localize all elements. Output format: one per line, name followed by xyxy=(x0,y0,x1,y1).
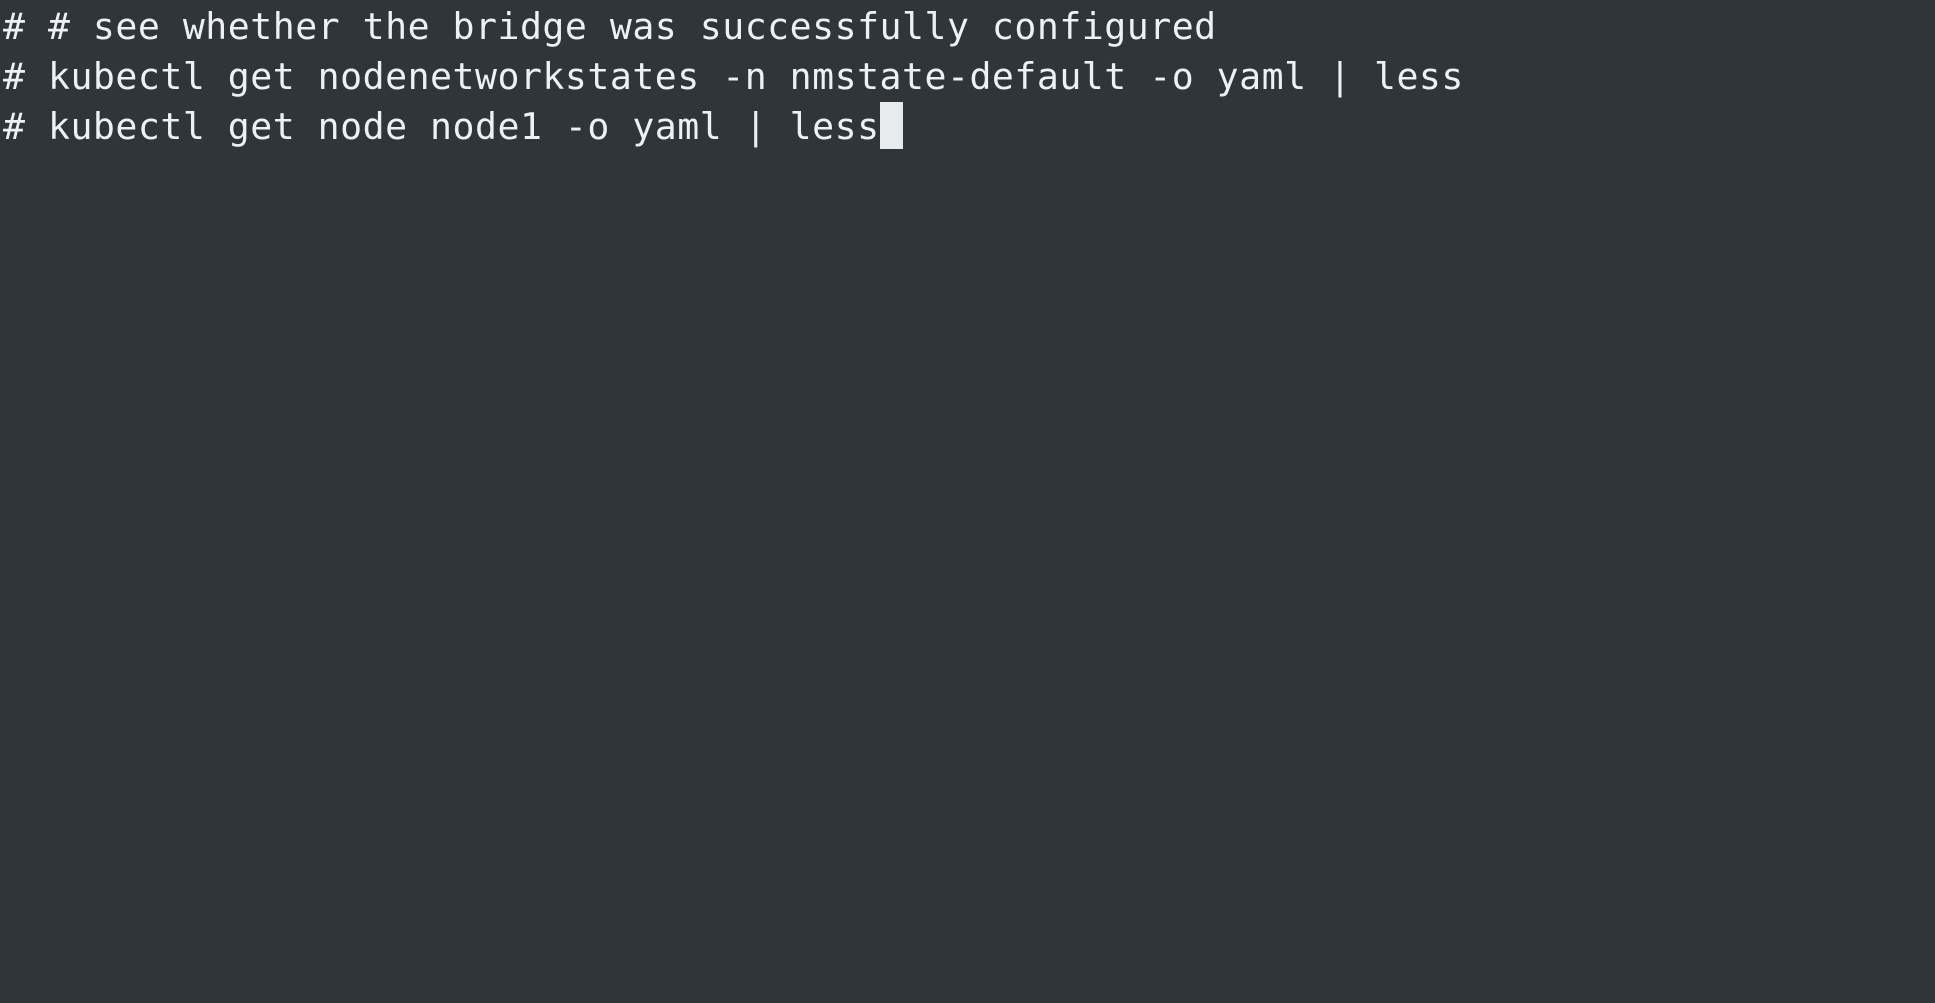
command-text: kubectl get nodenetworkstates -n nmstate… xyxy=(47,55,1464,98)
terminal-window[interactable]: # # see whether the bridge was successfu… xyxy=(0,0,1935,1003)
text-cursor xyxy=(879,102,903,149)
prompt-symbol: # xyxy=(3,105,26,148)
command-text: # see whether the bridge was successfull… xyxy=(47,5,1217,48)
prompt-symbol: # xyxy=(3,5,26,48)
terminal-line[interactable]: # kubectl get node node1 -o yaml | less xyxy=(3,102,1935,152)
command-input[interactable]: kubectl get node node1 -o yaml | less xyxy=(48,105,880,148)
terminal-line: # # see whether the bridge was successfu… xyxy=(3,2,1935,52)
terminal-line: # kubectl get nodenetworkstates -n nmsta… xyxy=(3,52,1935,102)
prompt-symbol: # xyxy=(3,55,26,98)
